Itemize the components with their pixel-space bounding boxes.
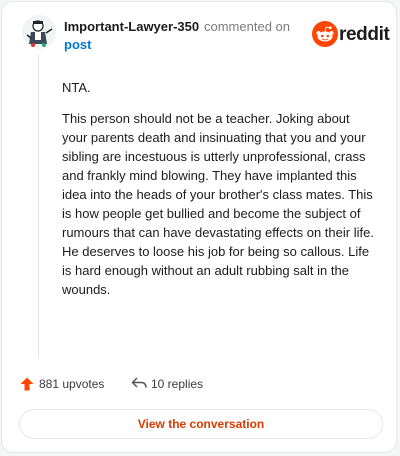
upvote-arrow-icon[interactable] (20, 377, 34, 391)
comment-body: NTA. This person should not be a teacher… (62, 78, 377, 311)
reply-count[interactable]: 10 replies (151, 377, 203, 391)
username-link[interactable]: Important-Lawyer-350 (64, 19, 199, 34)
avatar[interactable] (22, 15, 56, 49)
reply-arrow-icon[interactable] (131, 376, 147, 390)
upvote-count: 881 upvotes (39, 377, 105, 391)
reddit-wordmark: reddit (339, 24, 390, 45)
commented-on-text: commented on (204, 19, 290, 34)
comment-card: Important-Lawyer-350 commented on post r… (1, 1, 397, 453)
post-link[interactable]: post (64, 37, 91, 52)
comment-paragraph: NTA. (62, 80, 91, 95)
thread-line (38, 54, 39, 358)
user-avatar-icon (22, 15, 56, 49)
comment-paragraph: This person should not be a teacher. Jok… (62, 111, 374, 297)
reddit-logo[interactable]: reddit (312, 21, 390, 49)
reddit-snoo-icon (312, 21, 338, 47)
view-conversation-button[interactable]: View the conversation (19, 409, 383, 439)
